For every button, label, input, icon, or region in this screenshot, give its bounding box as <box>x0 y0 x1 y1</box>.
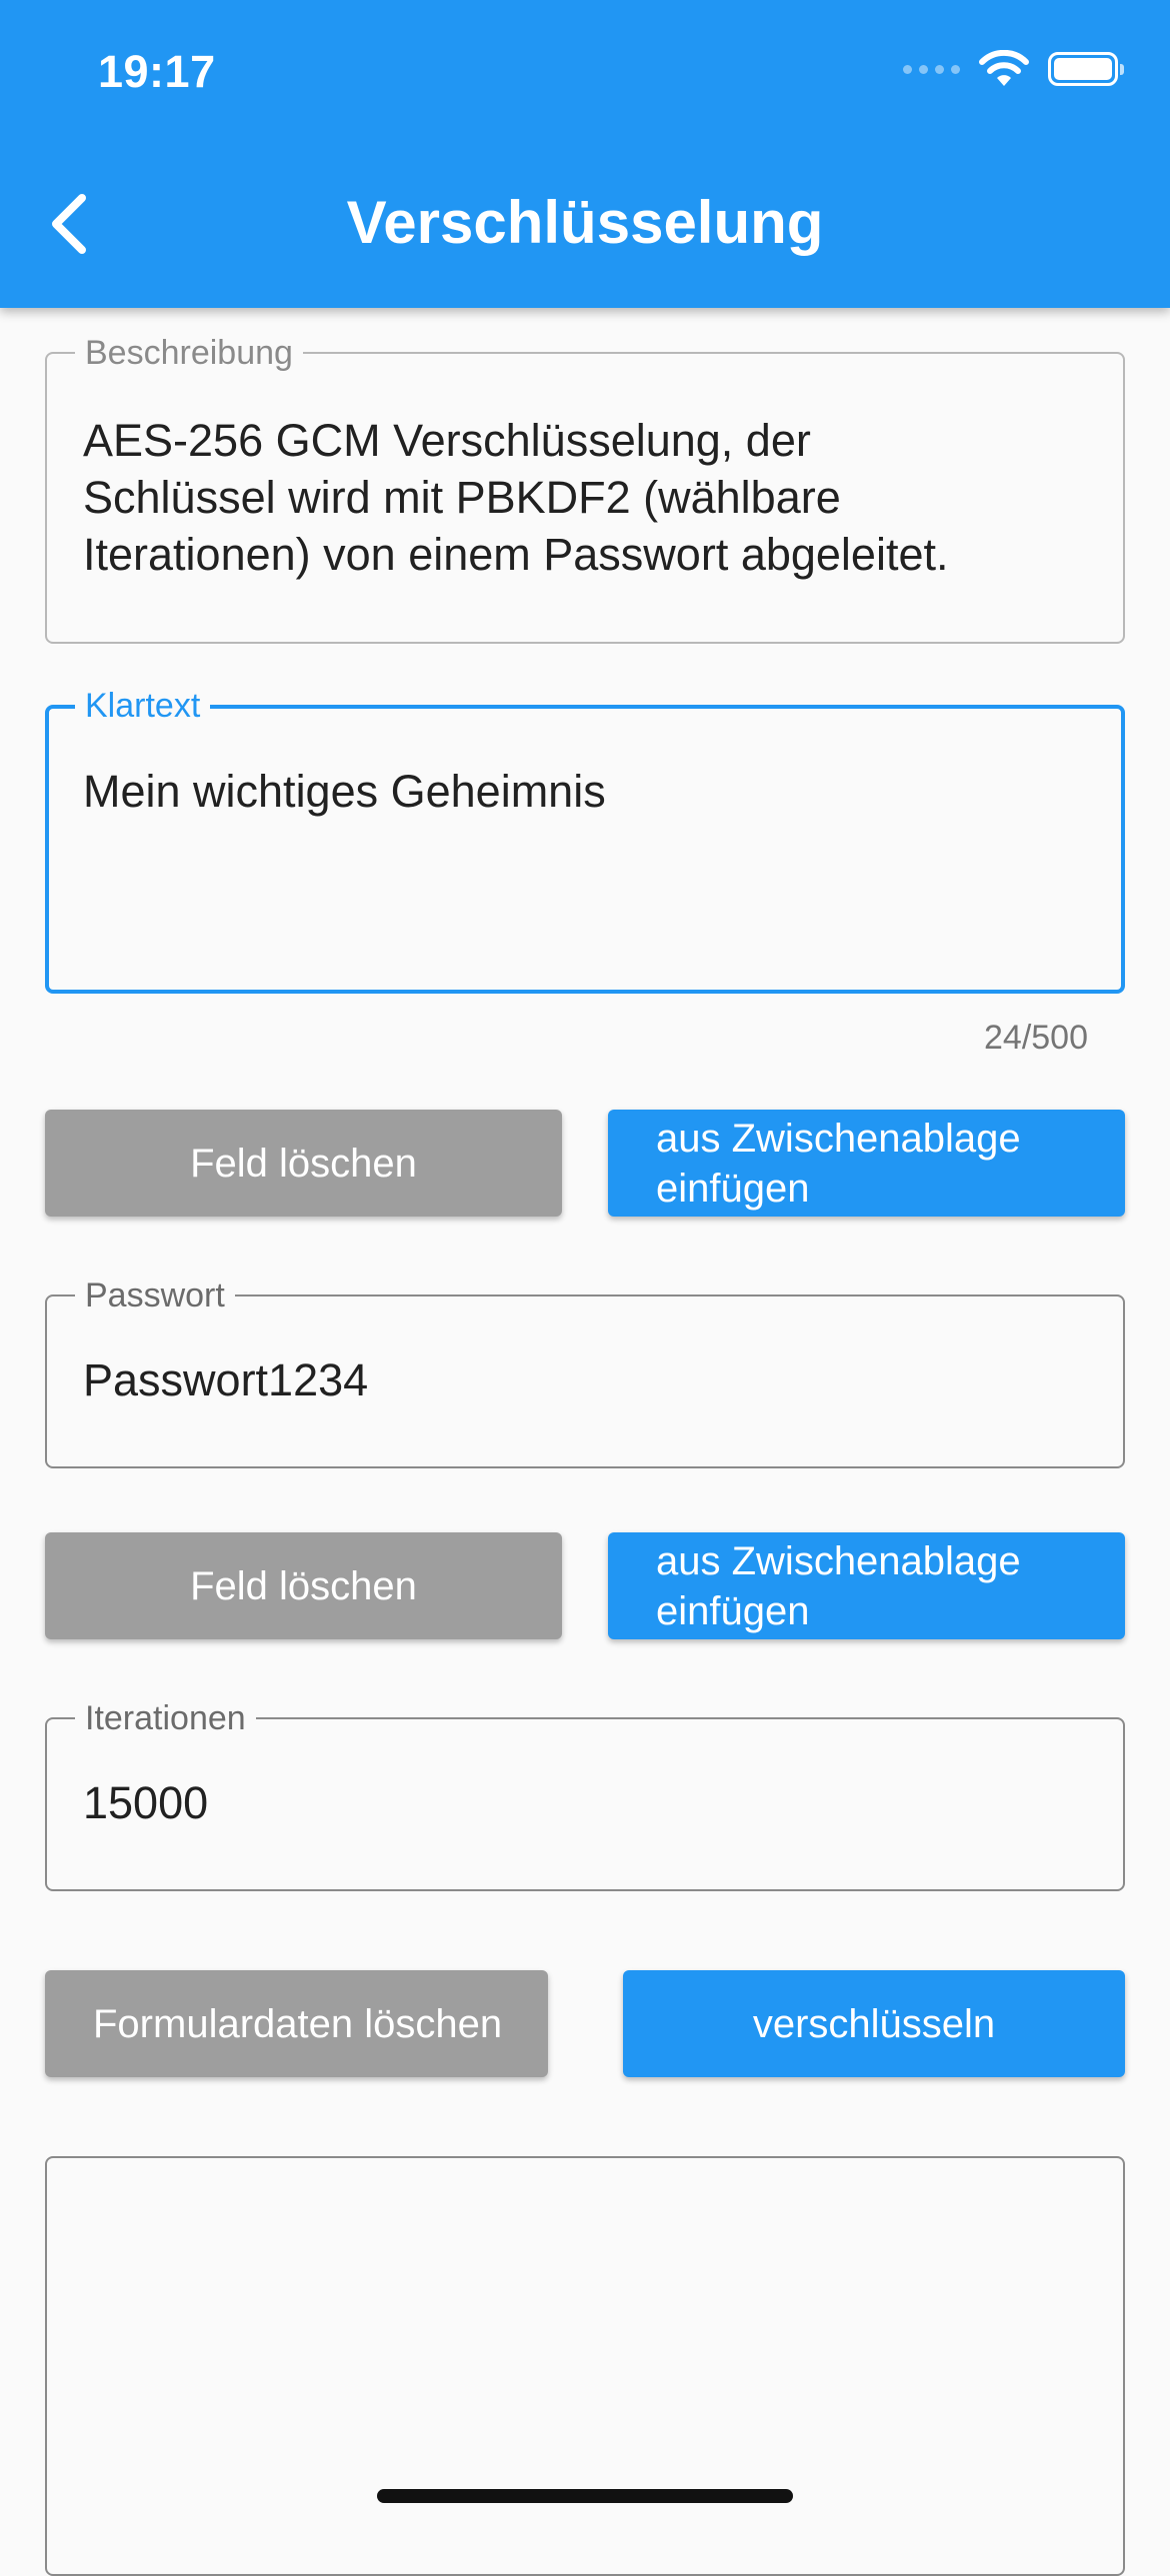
password-value: Passwort1234 <box>83 1354 369 1405</box>
description-field[interactable]: Beschreibung AES-256 GCM Verschlüsselung… <box>45 334 1125 644</box>
app-bar: 19:17 Verschlüsselung <box>0 0 1170 308</box>
battery-icon <box>1048 52 1124 86</box>
encrypt-button[interactable]: verschlüsseln <box>623 1970 1125 2077</box>
password-label: Passwort <box>75 1277 235 1314</box>
home-indicator[interactable] <box>377 2489 793 2503</box>
plaintext-value: Mein wichtiges Geheimnis <box>83 766 606 817</box>
cellular-signal-icon <box>903 64 960 74</box>
character-counter: 24/500 <box>984 1019 1088 1057</box>
plaintext-input[interactable]: Klartext Mein wichtiges Geheimnis <box>45 687 1125 994</box>
plaintext-label: Klartext <box>75 687 211 725</box>
page-title: Verschlüsselung <box>346 189 824 256</box>
description-label: Beschreibung <box>75 334 303 372</box>
status-time: 19:17 <box>98 46 216 97</box>
encrypt-label: verschlüsseln <box>752 2001 996 2046</box>
password-input[interactable]: Passwort Passwort1234 <box>45 1277 1125 1468</box>
password-paste-label: aus Zwischenablage einfügen <box>656 1538 1021 1633</box>
iterations-value: 15000 <box>83 1777 209 1828</box>
clear-form-button[interactable]: Formulardaten löschen <box>45 1970 548 2077</box>
description-line: Schlüssel wird mit PBKDF2 (wählbare <box>83 472 841 523</box>
plaintext-paste-button[interactable]: aus Zwischenablage einfügen <box>608 1110 1125 1217</box>
plaintext-clear-label: Feld löschen <box>190 1141 417 1186</box>
status-icons <box>903 50 1124 88</box>
plaintext-paste-label: aus Zwischenablage einfügen <box>656 1116 1021 1211</box>
password-clear-label: Feld löschen <box>190 1563 417 1608</box>
clear-form-label: Formulardaten löschen <box>93 2001 503 2046</box>
password-paste-button[interactable]: aus Zwischenablage einfügen <box>608 1532 1125 1639</box>
password-clear-button[interactable]: Feld löschen <box>45 1532 562 1639</box>
description-line: AES-256 GCM Verschlüsselung, der <box>83 415 811 466</box>
description-line: Iterationen) von einem Passwort abgeleit… <box>83 529 949 580</box>
iterations-label: Iterationen <box>75 1699 256 1737</box>
plaintext-clear-button[interactable]: Feld löschen <box>45 1110 562 1217</box>
wifi-icon <box>979 50 1029 86</box>
output-field[interactable] <box>45 2156 1125 2576</box>
description-text: AES-256 GCM Verschlüsselung, der Schlüss… <box>83 412 1087 583</box>
iterations-input[interactable]: Iterationen 15000 <box>45 1699 1125 1891</box>
